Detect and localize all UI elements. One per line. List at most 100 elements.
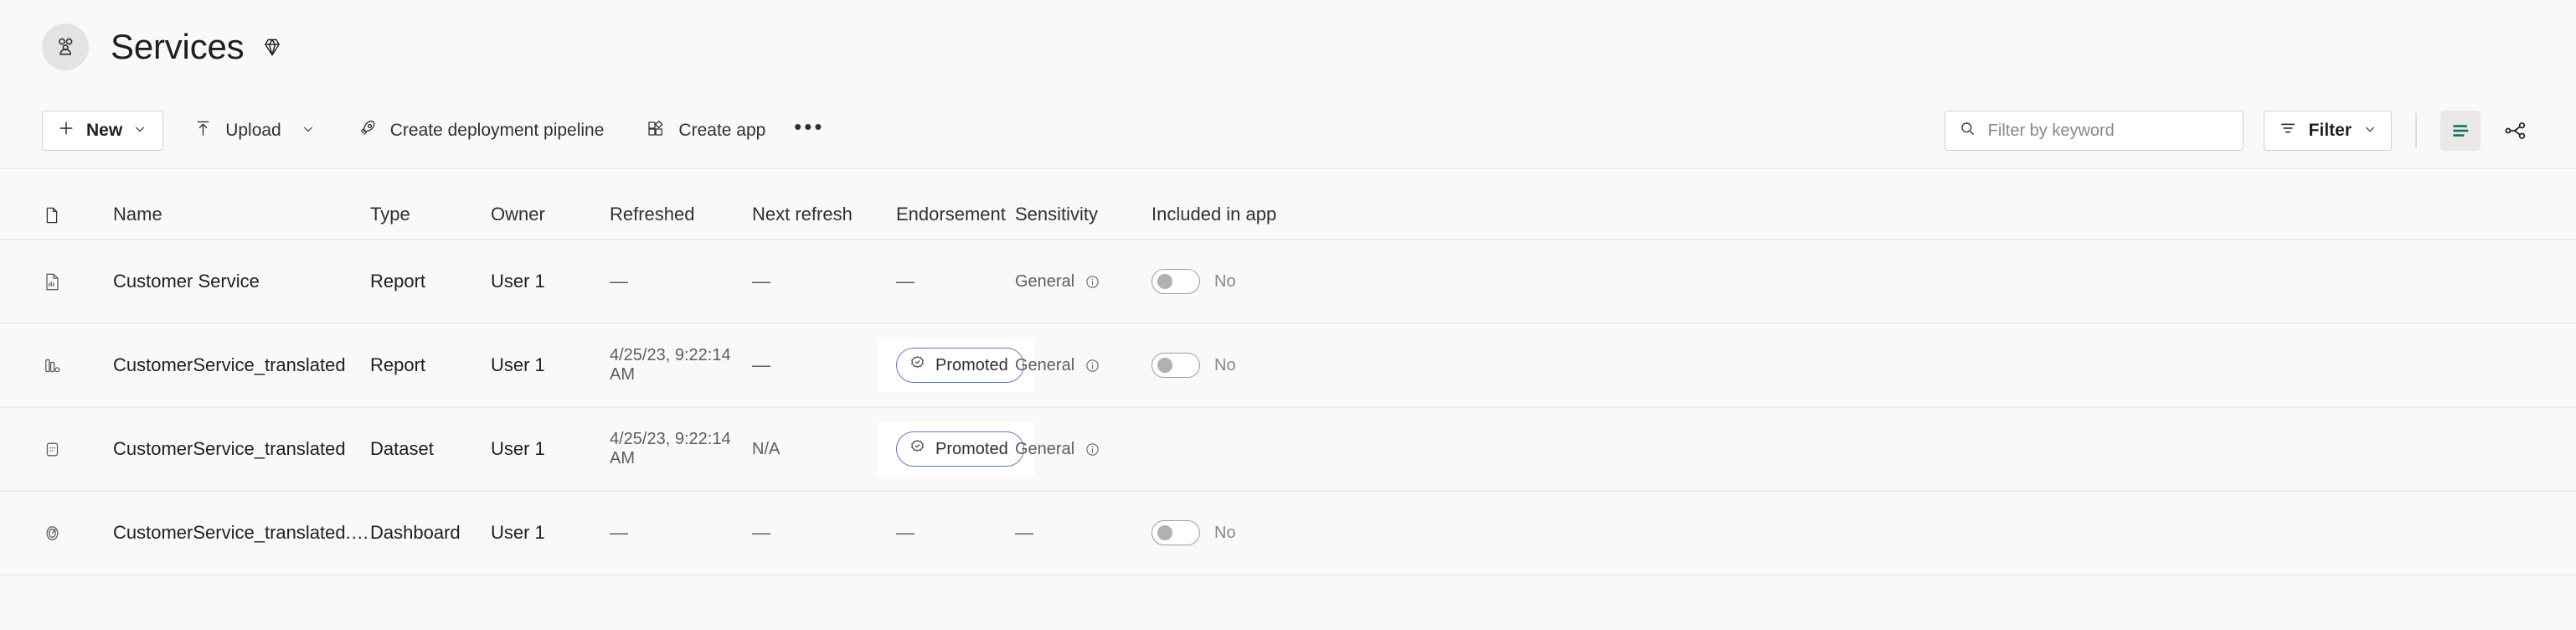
- column-header-type[interactable]: Type: [370, 204, 491, 225]
- search-input[interactable]: [1987, 121, 2229, 141]
- toggle-knob: [1157, 358, 1172, 373]
- item-endorsement: Promoted: [878, 338, 1034, 392]
- item-endorsement: Promoted: [878, 422, 1034, 476]
- item-owner: User 1: [491, 438, 545, 459]
- included-in-app-toggle[interactable]: [1151, 269, 1200, 294]
- column-header-name[interactable]: Name: [77, 204, 370, 225]
- toolbar-commands: New Upload Create deployment pipeline Cr…: [42, 111, 1945, 151]
- more-commands-button[interactable]: •••: [791, 112, 827, 149]
- column-header-owner[interactable]: Owner: [491, 204, 610, 225]
- toggle-knob: [1157, 525, 1172, 540]
- items-table: Name Type Owner Refreshed Next refresh E…: [0, 169, 2576, 576]
- item-next-refresh: —: [752, 271, 770, 292]
- command-toolbar: New Upload Create deployment pipeline Cr…: [0, 94, 2576, 169]
- column-header-refreshed[interactable]: Refreshed: [610, 204, 752, 225]
- item-sensitivity: —: [1015, 524, 1151, 542]
- create-app-label: Create app: [678, 121, 766, 140]
- upload-arrow-icon: [193, 119, 213, 143]
- item-name[interactable]: Customer Service: [77, 271, 370, 292]
- endorsement-value: —: [896, 271, 914, 292]
- lineage-view-toggle[interactable]: [2496, 111, 2536, 151]
- included-in-app-toggle[interactable]: [1151, 520, 1200, 545]
- item-included-in-app: No: [1151, 353, 1319, 378]
- new-button-label: New: [86, 121, 123, 140]
- item-name[interactable]: CustomerService_translated: [77, 354, 370, 376]
- included-in-app-label: No: [1214, 523, 1236, 542]
- filter-button-label: Filter: [2308, 121, 2352, 140]
- item-sensitivity: General: [1015, 356, 1151, 375]
- promoted-badge-icon: [909, 354, 926, 377]
- toggle-knob: [1157, 274, 1172, 289]
- item-type: Report: [370, 354, 426, 375]
- workspace-header: Services: [0, 0, 2576, 94]
- endorsement-highlight: Promoted: [878, 338, 1034, 392]
- item-next-refresh: —: [752, 522, 770, 543]
- promoted-badge-icon: [909, 438, 926, 461]
- upload-button[interactable]: Upload: [182, 111, 327, 151]
- workspace-page: Services New Upload Create deployment pi…: [0, 0, 2576, 630]
- plus-icon: [57, 119, 75, 142]
- rocket-icon: [357, 118, 378, 144]
- item-sensitivity: General: [1015, 272, 1151, 292]
- list-view-toggle[interactable]: [2440, 111, 2481, 151]
- item-name[interactable]: CustomerService_translated.pbix: [77, 522, 370, 544]
- chevron-down-icon: [133, 121, 147, 141]
- info-circle-icon[interactable]: [1084, 358, 1100, 374]
- filter-button[interactable]: Filter: [2263, 111, 2392, 151]
- search-input-wrapper[interactable]: [1944, 111, 2244, 151]
- item-name[interactable]: CustomerService_translated: [77, 438, 370, 460]
- item-included-in-app: No: [1151, 269, 1319, 294]
- toolbar-divider: [2415, 113, 2417, 148]
- item-endorsement: —: [896, 272, 1015, 291]
- sensitivity-value: —: [1015, 522, 1033, 543]
- people-group-icon: [42, 23, 89, 70]
- report-page-icon: [42, 271, 77, 292]
- dataset-icon: [42, 439, 77, 460]
- sensitivity-value: General: [1015, 271, 1075, 291]
- file-document-icon: [42, 205, 77, 225]
- included-in-app-label: No: [1214, 355, 1236, 374]
- endorsement-highlight: Promoted: [878, 422, 1034, 476]
- chevron-down-icon: [2363, 121, 2377, 141]
- item-type: Dashboard: [370, 522, 461, 543]
- dashboard-gauge-icon: [42, 523, 77, 544]
- item-owner: User 1: [491, 354, 545, 375]
- create-app-button[interactable]: Create app: [634, 111, 777, 151]
- create-deployment-pipeline-button[interactable]: Create deployment pipeline: [345, 111, 616, 151]
- item-refreshed: —: [610, 522, 628, 543]
- app-grid-icon: [646, 118, 666, 143]
- status-badge-label: Promoted: [935, 355, 1008, 374]
- endorsement-value: —: [896, 522, 914, 543]
- info-circle-icon[interactable]: [1084, 442, 1100, 457]
- item-owner: User 1: [491, 522, 545, 543]
- item-next-refresh: —: [752, 354, 770, 375]
- item-refreshed: —: [610, 271, 628, 292]
- item-type: Dataset: [370, 438, 434, 459]
- table-row[interactable]: CustomerService_translated Report User 1…: [0, 324, 2576, 408]
- item-endorsement: —: [896, 524, 1015, 542]
- table-row[interactable]: CustomerService_translated.pbix Dashboar…: [0, 492, 2576, 576]
- column-header-endorsement[interactable]: Endorsement: [896, 204, 1015, 225]
- item-refreshed: 4/25/23, 9:22:14 AM: [610, 346, 731, 384]
- status-badge[interactable]: Promoted: [896, 431, 1024, 467]
- table-row[interactable]: Customer Service Report User 1 — — — Gen…: [0, 240, 2576, 324]
- item-refreshed: 4/25/23, 9:22:14 AM: [610, 430, 731, 467]
- item-sensitivity: General: [1015, 440, 1151, 459]
- toolbar-right-controls: Filter: [1944, 111, 2536, 151]
- status-badge[interactable]: Promoted: [896, 348, 1024, 383]
- column-header-sensitivity[interactable]: Sensitivity: [1015, 204, 1151, 225]
- item-owner: User 1: [491, 271, 545, 292]
- info-circle-icon[interactable]: [1084, 274, 1100, 290]
- included-in-app-label: No: [1214, 271, 1236, 291]
- bar-chart-report-icon: [42, 355, 77, 376]
- search-icon: [1959, 120, 1976, 142]
- table-row[interactable]: CustomerService_translated Dataset User …: [0, 408, 2576, 492]
- included-in-app-toggle[interactable]: [1151, 353, 1200, 378]
- column-header-next-refresh[interactable]: Next refresh: [752, 204, 896, 225]
- column-header-included-in-app[interactable]: Included in app: [1151, 204, 1319, 225]
- chevron-down-icon: [301, 121, 315, 141]
- filter-lines-icon: [2279, 119, 2297, 142]
- new-button[interactable]: New: [42, 111, 164, 151]
- item-included-in-app: No: [1151, 520, 1319, 545]
- page-title: Services: [111, 27, 245, 66]
